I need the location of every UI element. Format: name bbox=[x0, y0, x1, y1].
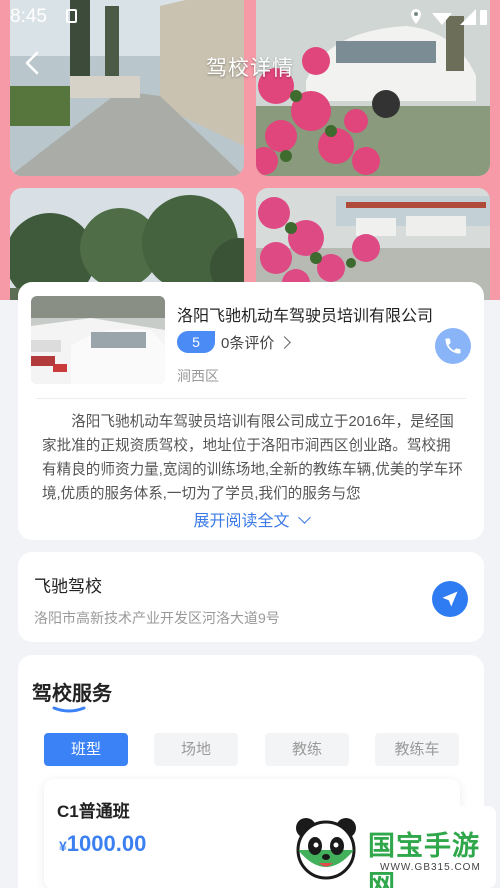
tab-coach[interactable]: 教练 bbox=[265, 733, 349, 766]
location-card: 飞驰驾校 洛阳市高新技术产业开发区河洛大道9号 bbox=[18, 552, 484, 642]
school-district: 涧西区 bbox=[177, 368, 219, 384]
location-address: 洛阳市高新技术产业开发区河洛大道9号 bbox=[34, 610, 280, 626]
title-underline bbox=[52, 706, 86, 713]
battery-icon bbox=[480, 10, 487, 25]
services-tabs: 班型 场地 教练 教练车 bbox=[44, 733, 459, 766]
school-name: 洛阳飞驰机动车驾驶员培训有限公司 bbox=[177, 308, 434, 325]
class-name: C1普通班 bbox=[57, 802, 130, 821]
school-thumbnail[interactable] bbox=[31, 296, 165, 384]
watermark-url: WWW.GB315.COM bbox=[380, 862, 481, 873]
panda-logo-icon bbox=[296, 818, 356, 880]
status-time: 8:45 bbox=[10, 6, 47, 27]
signal-icon bbox=[460, 9, 476, 25]
chevron-right-icon bbox=[278, 336, 292, 349]
navigate-button[interactable] bbox=[432, 581, 468, 617]
score-badge: 5 bbox=[177, 331, 215, 353]
currency-symbol: ¥ bbox=[59, 838, 67, 854]
phone-icon bbox=[445, 338, 461, 354]
reviews-link[interactable]: 0条评价 bbox=[221, 332, 292, 353]
location-icon bbox=[411, 9, 421, 24]
watermark: 国宝手游网 WWW.GB315.COM bbox=[282, 806, 496, 888]
services-title: 驾校服务 bbox=[32, 683, 112, 705]
hero-gallery bbox=[0, 0, 500, 300]
navigation-icon bbox=[442, 591, 458, 607]
divider bbox=[36, 398, 466, 399]
page-title: 驾校详情 bbox=[206, 57, 294, 80]
status-bar: 8:45 bbox=[0, 0, 500, 34]
tab-venue[interactable]: 场地 bbox=[154, 733, 238, 766]
chevron-down-icon bbox=[297, 511, 311, 524]
status-icons bbox=[410, 7, 488, 27]
tab-class-type[interactable]: 班型 bbox=[44, 733, 128, 766]
reviews-count: 0条评价 bbox=[221, 335, 275, 352]
price-value: 1000.00 bbox=[66, 831, 147, 856]
tab-coach-car[interactable]: 教练车 bbox=[375, 733, 459, 766]
watermark-brand: 国宝手游网 bbox=[368, 831, 480, 888]
expand-full-text[interactable]: 展开阅读全文 bbox=[18, 507, 484, 531]
expand-label: 展开阅读全文 bbox=[193, 513, 290, 530]
phone-call-button[interactable] bbox=[435, 328, 471, 364]
class-price: ¥1000.00 bbox=[59, 831, 146, 857]
school-info-card: 洛阳飞驰机动车驾驶员培训有限公司 5 0条评价 涧西区 洛阳飞驰机动车驾驶员培训… bbox=[18, 282, 484, 540]
location-name: 飞驰驾校 bbox=[34, 577, 102, 596]
wifi-icon bbox=[432, 13, 452, 25]
sim-icon bbox=[66, 9, 77, 23]
school-intro: 洛阳飞驰机动车驾驶员培训有限公司成立于2016年，是经国家批准的正规资质驾校，地… bbox=[42, 414, 463, 502]
